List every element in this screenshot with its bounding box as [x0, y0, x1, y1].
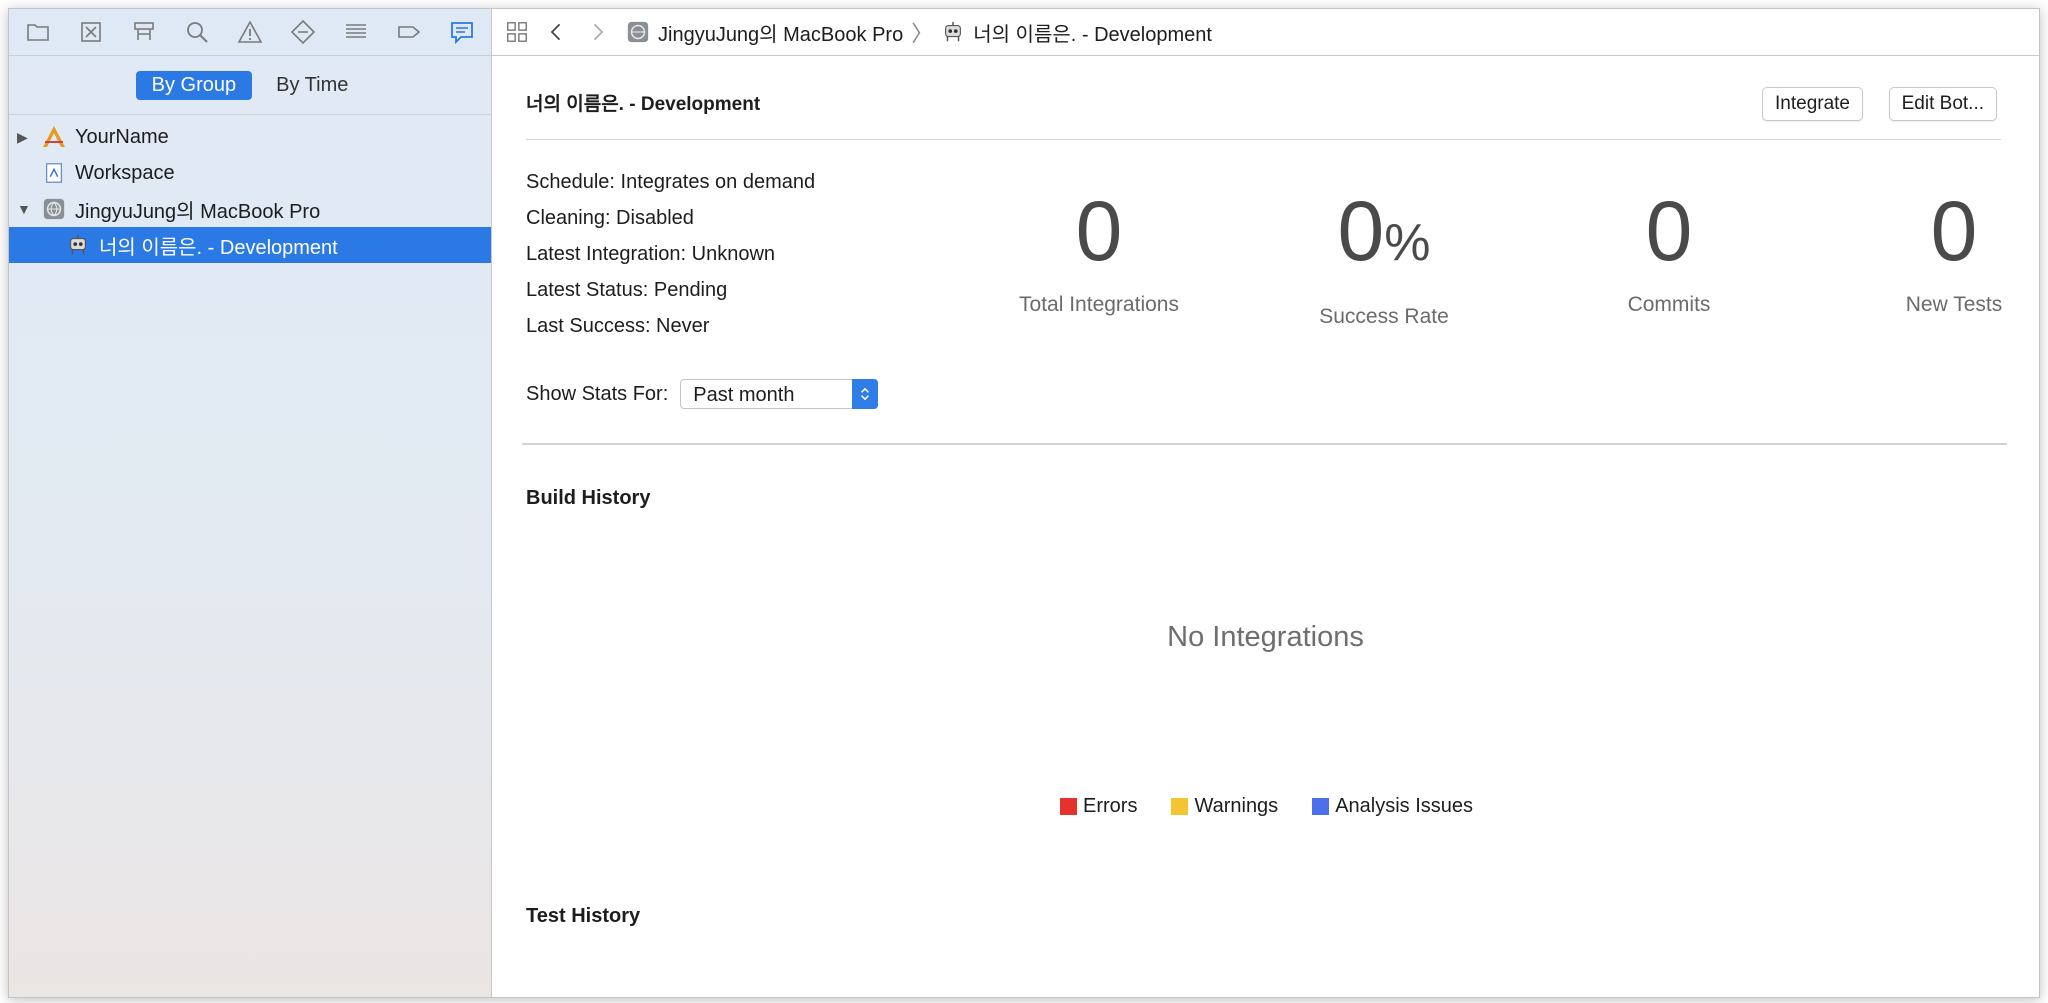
stat-value-wrap: 0%: [1234, 181, 1534, 293]
bot-header: 너의 이름은. - Development Integrate Edit Bot…: [526, 67, 2001, 140]
legend-swatch: [1060, 798, 1077, 815]
cleaning-text: Cleaning: Disabled: [526, 207, 694, 229]
tree-item-macbook-pro[interactable]: ▼ JingyuJung의 MacBook Pro: [9, 191, 491, 227]
stats-for-label: Show Stats For:: [526, 382, 669, 405]
legend-warnings: Warnings: [1171, 795, 1278, 818]
edit-bot-button[interactable]: Edit Bot...: [1888, 87, 1997, 121]
breadcrumb-server[interactable]: JingyuJung의 MacBook Pro: [626, 18, 903, 47]
test-diamond-icon[interactable]: [288, 17, 318, 47]
stat-value: 0: [1930, 184, 1978, 278]
grouping-segmented-control: By Group By Time: [9, 56, 491, 115]
stat-new-tests: 0 New Tests: [1804, 181, 2039, 317]
server-globe-icon: [41, 196, 67, 222]
stat-success-rate: 0% Success Rate: [1234, 181, 1534, 329]
no-integrations-text: No Integrations: [1167, 621, 1364, 653]
tree-item-workspace[interactable]: Workspace: [9, 155, 491, 191]
select-value: Past month: [693, 384, 795, 406]
report-icon[interactable]: [447, 17, 477, 47]
warning-icon[interactable]: [235, 17, 265, 47]
forward-chevron-icon[interactable]: [582, 17, 612, 47]
legend-label: Analysis Issues: [1335, 795, 1474, 817]
updown-chevron-icon[interactable]: [852, 379, 879, 409]
source-control-icon[interactable]: [76, 17, 106, 47]
bot-title: 너의 이름은. - Development: [526, 94, 761, 115]
tree-item-label: 너의 이름은. - Development: [99, 236, 338, 259]
legend-swatch: [1171, 798, 1189, 815]
bot-icon: [945, 21, 962, 42]
breadcrumb-label: 너의 이름은. - Development: [973, 23, 1212, 46]
stats-period-row: Show Stats For: Past month: [526, 379, 879, 409]
stat-suffix: %: [1384, 214, 1431, 272]
navigator-toolbar: [9, 9, 491, 56]
symbol-hierarchy-icon[interactable]: [129, 17, 159, 47]
stat-label: Success Rate: [1319, 305, 1449, 328]
grid-icon[interactable]: [502, 17, 532, 47]
stat-value: 0: [1337, 184, 1385, 278]
bot-icon: [65, 232, 91, 258]
legend-label: Warnings: [1194, 795, 1279, 817]
breadcrumb-separator-icon: 〉: [911, 21, 934, 46]
section-divider: [522, 443, 2007, 445]
tree-item-label: YourName: [75, 125, 169, 148]
tree-item-yourname[interactable]: ▶ YourName: [9, 119, 491, 155]
xcode-window: By Group By Time ▶ YourName Workspace ▼: [8, 8, 2040, 998]
tree-item-bot-development[interactable]: 너의 이름은. - Development: [9, 227, 491, 263]
legend-errors: Errors: [1060, 795, 1137, 818]
tree-item-label: Workspace: [75, 161, 175, 184]
stat-label: Total Integrations: [1019, 293, 1179, 316]
stat-total-integrations: 0 Total Integrations: [949, 181, 1249, 317]
disclosure-down-icon[interactable]: ▼: [17, 201, 33, 217]
build-history-title: Build History: [526, 487, 651, 509]
server-globe-icon: [627, 21, 649, 43]
breadcrumb-label: JingyuJung의 MacBook Pro: [658, 23, 904, 46]
integrate-button[interactable]: Integrate: [1762, 87, 1863, 121]
latest-status-text: Latest Status: Pending: [526, 279, 728, 301]
workspace-icon: [41, 160, 67, 186]
back-chevron-icon[interactable]: [542, 17, 572, 47]
legend-analysis-issues: Analysis Issues: [1312, 795, 1473, 818]
stat-label: New Tests: [1905, 293, 2003, 316]
stat-commits: 0 Commits: [1519, 181, 1819, 317]
xcode-project-icon: [41, 124, 67, 150]
search-icon[interactable]: [182, 17, 212, 47]
latest-integration-text: Latest Integration: Unknown: [526, 243, 776, 265]
test-history-title: Test History: [526, 905, 641, 927]
tree-item-label: JingyuJung의 MacBook Pro: [75, 200, 321, 223]
legend-label: Errors: [1083, 795, 1138, 817]
report-navigator: By Group By Time ▶ YourName Workspace ▼: [9, 9, 492, 997]
jump-bar: JingyuJung의 MacBook Pro 〉 너의 이름은. - Deve…: [492, 9, 2039, 56]
by-time-segment[interactable]: By Time: [260, 71, 364, 100]
disclosure-right-icon[interactable]: ▶: [17, 129, 33, 146]
debug-list-icon[interactable]: [341, 17, 371, 47]
stat-value: 0: [1645, 184, 1693, 278]
last-success-text: Last Success: Never: [526, 315, 710, 337]
stat-label: Commits: [1627, 293, 1711, 316]
build-history-legend: Errors Warnings Analysis Issues: [1060, 795, 1473, 818]
stats-period-select[interactable]: Past month: [680, 379, 879, 409]
by-group-segment[interactable]: By Group: [135, 70, 253, 100]
schedule-text: Schedule: Integrates on demand: [526, 171, 816, 193]
breadcrumb-bot[interactable]: 너의 이름은. - Development: [941, 18, 1212, 47]
stat-value: 0: [1075, 184, 1123, 278]
legend-swatch: [1312, 798, 1330, 815]
bot-editor: JingyuJung의 MacBook Pro 〉 너의 이름은. - Deve…: [492, 9, 2039, 997]
report-tree: ▶ YourName Workspace ▼ JingyuJung의 MacBo…: [9, 115, 491, 263]
breakpoint-icon[interactable]: [394, 17, 424, 47]
bot-info: Schedule: Integrates on demand Cleaning:…: [526, 167, 815, 347]
folder-icon[interactable]: [23, 17, 53, 47]
